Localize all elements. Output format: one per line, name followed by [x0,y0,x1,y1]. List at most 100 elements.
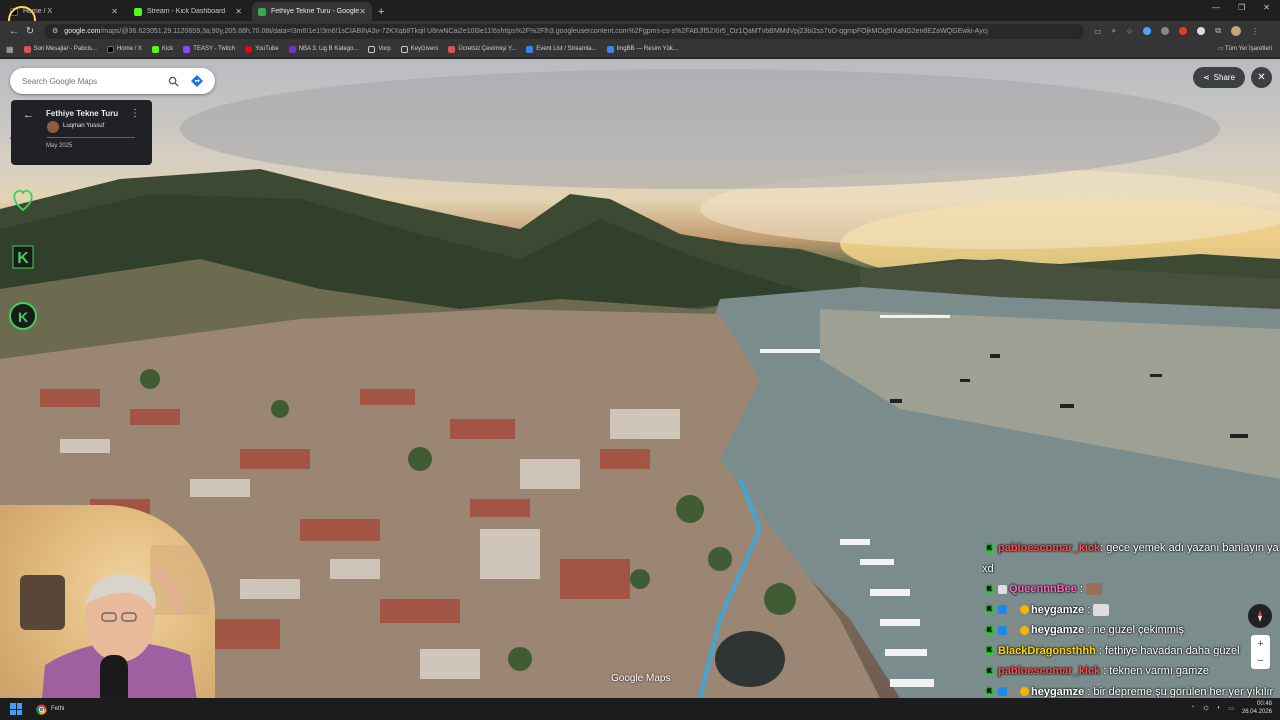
maps-search-box[interactable] [10,68,215,94]
chat-text: : [1076,583,1083,595]
browser-menu-icon[interactable]: ⋮ [1251,27,1259,36]
google-maps-logo: Google Maps [611,673,671,684]
search-input[interactable] [22,76,157,86]
chat-message: Kheygamze : [982,600,1280,621]
close-icon: ✕ [1257,72,1266,83]
site-info-icon[interactable]: ⚙ [52,27,58,35]
url-host: google.com [64,27,101,35]
volume-icon[interactable]: ◖ [1217,705,1221,711]
chat-message-continuation: xd [982,559,1280,580]
extension-gray-icon[interactable] [1161,27,1170,35]
bookmark-folder[interactable]: Vorp [368,45,391,53]
back-arrow-icon[interactable]: ← [23,109,34,121]
bookmark-label: Vorp [378,46,391,52]
close-tab-icon[interactable]: ✕ [359,7,366,16]
gold-badge-icon [1020,687,1029,697]
bookmark-favicon-icon [23,45,31,53]
folder-icon [400,45,408,53]
bookmarks-bar: ▦ Son Mesajlar - Pabcis... Home / X Kick… [0,41,1280,58]
bookmark-favicon-icon [245,45,253,53]
all-bookmarks-button[interactable]: ▭ Tüm Yer İşaretleri [1218,45,1272,52]
extensions-puzzle-icon[interactable]: ⧉ [1215,26,1221,36]
bookmark-item[interactable]: Kick [151,45,173,53]
taskbar-clock[interactable]: 00:48 26.04.2026 [1242,700,1272,716]
avatar[interactable] [47,121,59,133]
extension-white-icon[interactable] [1197,27,1206,35]
network-icon[interactable]: ⌬ [1203,705,1208,712]
tab-title: Fethiye Tekne Turu - Google M... [271,8,360,15]
taskbar-chrome-app[interactable]: Fethi [36,703,64,715]
directions-icon[interactable] [189,73,205,89]
bookmark-folder[interactable]: KeyGivers [400,45,438,53]
svg-text:K: K [18,309,28,325]
close-tab-icon[interactable]: ✕ [111,7,118,16]
kick-badge-icon: K [985,543,994,553]
browser-toolbar: ← ↻ ⚙ google.com/maps/@36.623051,29.1120… [0,21,1280,41]
zoom-icon[interactable]: ⌕ [1112,26,1116,36]
clock-date: 26.04.2026 [1241,709,1272,715]
live-chat-overlay: Kpabloescomar_kick: gece yemek adı yazan… [982,538,1280,700]
bookmark-item[interactable]: Ücretsiz Çevirmişi Y... [448,45,516,53]
tab-kick-dashboard[interactable]: Stream - Kick Dashboard ✕ [128,2,248,21]
reload-icon[interactable]: ↻ [22,26,38,37]
bookmark-item[interactable]: Home / X [106,45,142,53]
bookmark-label: Son Mesajlar - Pabcis... [33,46,97,52]
new-tab-button[interactable]: + [378,6,384,18]
minimize-icon[interactable]: — [1212,3,1220,12]
apps-grid-icon[interactable]: ▦ [6,45,14,54]
window-controls: — ❐ ✕ [1212,3,1270,12]
bookmark-item[interactable]: Son Mesajlar - Pabcis... [23,45,97,53]
bookmark-favicon-icon [151,45,159,53]
kick-logo-icon: K [12,245,34,269]
kick-badge-icon: K [985,605,994,615]
gold-badge-icon [1020,625,1029,635]
battery-icon[interactable]: ▭ [1228,705,1234,712]
chat-message: Kpabloescomar_kick: gece yemek adı yazan… [982,538,1280,559]
card-title: Fethiye Tekne Turu [46,109,119,118]
close-button[interactable]: ✕ [1251,67,1272,88]
author-name[interactable]: Luqman Yussuf [63,123,104,129]
windows-start-icon[interactable] [10,703,22,715]
install-app-icon[interactable]: ▭ [1094,27,1102,36]
kick-badge-icon: K [985,646,994,656]
chat-username: heygamze [1031,685,1085,698]
bookmark-item[interactable]: NBA 3. Lig B Katego... [288,45,358,53]
more-options-icon[interactable]: ⋮ [130,108,140,119]
bookmark-favicon-icon [183,45,191,53]
tray-chevron-icon[interactable]: ⌃ [1190,705,1195,712]
rocket-badge-icon [1009,687,1018,697]
chat-text: : teknen varmı gamze [1100,665,1209,677]
bookmark-star-icon[interactable]: ☆ [1126,27,1133,36]
bookmark-favicon-icon [526,45,534,53]
folder-icon: ▭ [1217,46,1225,52]
close-window-icon[interactable]: ✕ [1263,3,1270,12]
chat-username: pabloescomar_kick [998,665,1101,677]
kick-badge-icon: K [985,584,994,594]
extensions-row: ▭ ⌕ ☆ ⧉ ⋮ [1094,26,1259,36]
close-tab-icon[interactable]: ✕ [235,7,242,16]
profile-avatar[interactable] [1230,26,1241,36]
subscriber-badge-icon [998,605,1007,615]
bookmark-item[interactable]: TEASY - Twitch [183,45,235,53]
address-bar[interactable]: ⚙ google.com/maps/@36.623051,29.1120659,… [44,23,1084,39]
browser-tab-strip: Home / X ✕ Stream - Kick Dashboard ✕ Fet… [0,0,1280,21]
back-icon[interactable]: ← [6,26,22,37]
chat-text: : bir depreme şu görülen her yer yıkılır [1084,685,1274,698]
chat-username: heygamze [1031,603,1085,616]
gold-badge-icon [1020,605,1029,615]
bookmark-item[interactable]: YouTube [245,45,279,53]
extension-red-icon[interactable] [1179,27,1188,35]
bookmark-label: ImgBB — Resim Yük... [616,46,678,52]
maximize-icon[interactable]: ❐ [1238,3,1245,12]
bookmark-favicon-icon [606,45,614,53]
tab-google-maps[interactable]: Fethiye Tekne Turu - Google M... ✕ [252,2,372,21]
search-icon[interactable] [165,73,181,89]
chrome-icon [36,703,47,715]
extension-blue-icon[interactable] [1143,27,1152,35]
rocket-badge-icon [1009,605,1018,615]
bookmark-item[interactable]: ImgBB — Resim Yük... [606,45,678,53]
share-button[interactable]: ⋖ Share [1193,67,1245,88]
bookmark-item[interactable]: Event List / Streamla... [526,45,597,53]
chat-message: Kheygamze : ne güzel çekimmiş [982,620,1280,641]
share-icon: ⋖ [1202,73,1210,82]
